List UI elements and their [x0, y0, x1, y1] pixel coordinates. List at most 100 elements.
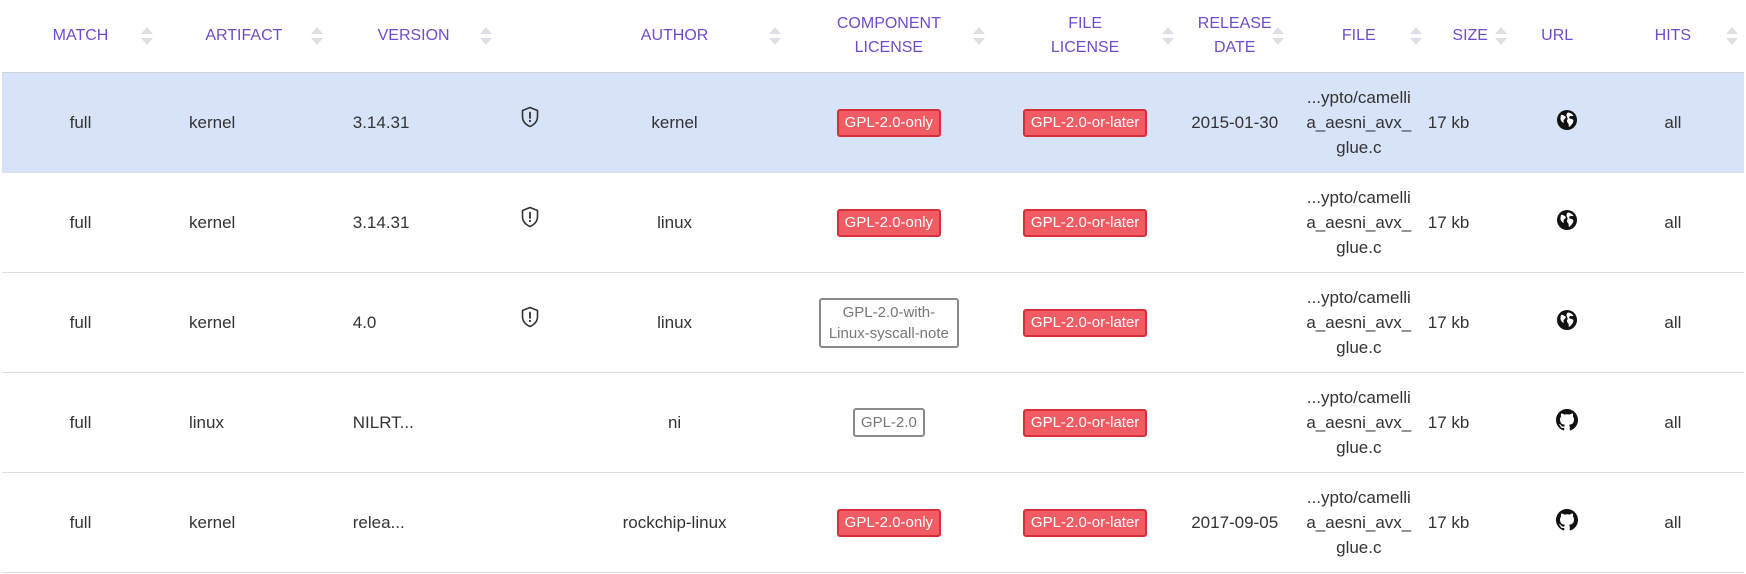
url-cell	[1512, 272, 1602, 373]
component-license-badge[interactable]: GPL-2.0-only	[836, 508, 942, 537]
hits-cell: all	[1601, 72, 1744, 173]
match-cell: full	[2, 172, 159, 273]
size-value: 17 kb	[1427, 112, 1470, 132]
sort-arrows-icon[interactable]	[310, 27, 323, 45]
globe-icon[interactable]	[1556, 109, 1578, 136]
artifact-value: kernel	[189, 212, 236, 232]
artifact-value: kernel	[189, 112, 236, 132]
sort-arrows-icon[interactable]	[480, 27, 493, 45]
vulnerability-cell	[498, 372, 563, 473]
github-icon[interactable]	[1556, 409, 1579, 436]
table-row[interactable]: full kernel relea... rockchip-linux GPL-2.0-…	[2, 472, 1744, 573]
artifact-cell: kernel	[159, 272, 329, 373]
sort-arrows-icon[interactable]	[1726, 27, 1738, 45]
url-cell	[1512, 372, 1602, 473]
file-path-value[interactable]: ...ypto/camellia_aesni_avx_glue.c	[1305, 385, 1413, 460]
author-cell: linux	[562, 172, 788, 273]
header-label-line: ARTIFACT	[205, 27, 283, 44]
size-value: 17 kb	[1427, 512, 1470, 532]
file-path-value[interactable]: ...ypto/camellia_aesni_avx_glue.c	[1305, 485, 1413, 560]
column-header-file-license[interactable]: FILE LICENSE	[990, 0, 1180, 73]
file-license-badge[interactable]: GPL-2.0-or-later	[1022, 308, 1148, 337]
artifact-cell: kernel	[159, 72, 329, 173]
file-cell: ...ypto/camellia_aesni_avx_glue.c	[1289, 172, 1428, 273]
shield-alert-icon	[520, 106, 540, 133]
component-license-cell: GPL-2.0	[787, 372, 991, 473]
column-header-artifact[interactable]: ARTIFACT	[159, 0, 329, 73]
vulnerability-cell	[498, 472, 563, 573]
file-path-value[interactable]: ...ypto/camellia_aesni_avx_glue.c	[1305, 285, 1413, 360]
match-cell: full	[2, 372, 159, 473]
file-license-badge[interactable]: GPL-2.0-or-later	[1022, 208, 1148, 237]
version-value: 3.14.31	[352, 112, 410, 132]
sort-arrows-icon[interactable]	[769, 27, 782, 45]
file-license-badge[interactable]: GPL-2.0-or-later	[1022, 108, 1148, 137]
version-value: 4.0	[352, 312, 377, 332]
component-license-badge[interactable]: GPL-2.0-only	[836, 108, 942, 137]
url-cell	[1512, 72, 1602, 173]
hits-cell: all	[1601, 372, 1744, 473]
version-cell: 3.14.31	[328, 172, 499, 273]
github-icon[interactable]	[1556, 509, 1579, 536]
header-label-line: HITS	[1654, 27, 1692, 44]
table-row[interactable]: full kernel 4.0 linux GPL-2.0-with-Linux-sys…	[2, 272, 1744, 373]
size-cell: 17 kb	[1427, 372, 1513, 473]
table-row[interactable]: full kernel 3.14.31 kernel GPL-2.0-only GPL-2…	[2, 72, 1744, 173]
author-cell: rockchip-linux	[562, 472, 788, 573]
artifact-cell: linux	[159, 372, 329, 473]
header-label-line: LICENSE	[1050, 39, 1120, 56]
sort-arrows-icon[interactable]	[1161, 27, 1174, 45]
column-header-size[interactable]: SIZE	[1427, 0, 1513, 73]
hits-cell: all	[1601, 172, 1744, 273]
author-value: kernel	[651, 112, 698, 132]
file-license-cell: GPL-2.0-or-later	[990, 272, 1180, 373]
hits-value: all	[1664, 512, 1682, 532]
author-cell: ni	[562, 372, 788, 473]
sort-arrows-icon[interactable]	[972, 27, 985, 45]
sort-arrows-icon[interactable]	[1494, 27, 1507, 45]
release-date-cell	[1179, 272, 1290, 373]
file-path-value[interactable]: ...ypto/camellia_aesni_avx_glue.c	[1305, 185, 1413, 260]
artifact-cell: kernel	[159, 472, 329, 573]
match-value: full	[69, 412, 92, 432]
author-value: ni	[667, 412, 682, 432]
column-header-release-date[interactable]: RELEASE DATE	[1179, 0, 1290, 73]
sort-arrows-icon[interactable]	[1409, 27, 1422, 45]
shield-alert-icon	[520, 206, 540, 233]
header-label-line: VERSION	[377, 27, 450, 44]
component-license-badge[interactable]: GPL-2.0-with-Linux-syscall-note	[818, 297, 959, 348]
hits-cell: all	[1601, 472, 1744, 573]
release-date-cell	[1179, 372, 1290, 473]
release-date-cell: 2017-09-05	[1179, 472, 1290, 573]
size-cell: 17 kb	[1427, 172, 1513, 273]
table-row[interactable]: full kernel 3.14.31 linux GPL-2.0-only GPL-2.…	[2, 172, 1744, 273]
column-header-author[interactable]: AUTHOR	[562, 0, 788, 73]
globe-icon[interactable]	[1556, 309, 1578, 336]
file-license-cell: GPL-2.0-or-later	[990, 72, 1180, 173]
column-header-label: FILE	[1342, 24, 1376, 48]
file-license-badge[interactable]: GPL-2.0-or-later	[1022, 508, 1148, 537]
column-header-file[interactable]: FILE	[1289, 0, 1428, 73]
url-cell	[1512, 472, 1602, 573]
column-header-hits[interactable]: HITS	[1601, 0, 1744, 73]
sort-arrows-icon[interactable]	[141, 27, 153, 45]
file-license-cell: GPL-2.0-or-later	[990, 372, 1180, 473]
author-value: rockchip-linux	[622, 512, 727, 532]
sort-arrows-icon[interactable]	[1271, 27, 1284, 45]
column-header-component-license[interactable]: COMPONENT LICENSE	[787, 0, 991, 73]
component-license-badge[interactable]: GPL-2.0-only	[836, 208, 942, 237]
file-license-badge[interactable]: GPL-2.0-or-later	[1022, 408, 1148, 437]
column-header-label: HITS	[1655, 24, 1691, 48]
component-license-badge[interactable]: GPL-2.0	[852, 408, 925, 437]
hits-value: all	[1664, 312, 1682, 332]
column-header-version[interactable]: VERSION	[328, 0, 499, 73]
globe-icon[interactable]	[1556, 209, 1578, 236]
file-path-value[interactable]: ...ypto/camellia_aesni_avx_glue.c	[1305, 85, 1413, 160]
table-row[interactable]: full linux NILRT... ni GPL-2.0 GPL-2.0-or-lat…	[2, 372, 1744, 473]
column-header-label: AUTHOR	[641, 24, 709, 48]
table-body: full kernel 3.14.31 kernel GPL-2.0-only GPL-2…	[2, 72, 1744, 573]
column-header-match[interactable]: MATCH	[2, 0, 159, 73]
hits-cell: all	[1601, 272, 1744, 373]
file-cell: ...ypto/camellia_aesni_avx_glue.c	[1289, 372, 1428, 473]
header-label-line: FILE	[1341, 27, 1376, 44]
